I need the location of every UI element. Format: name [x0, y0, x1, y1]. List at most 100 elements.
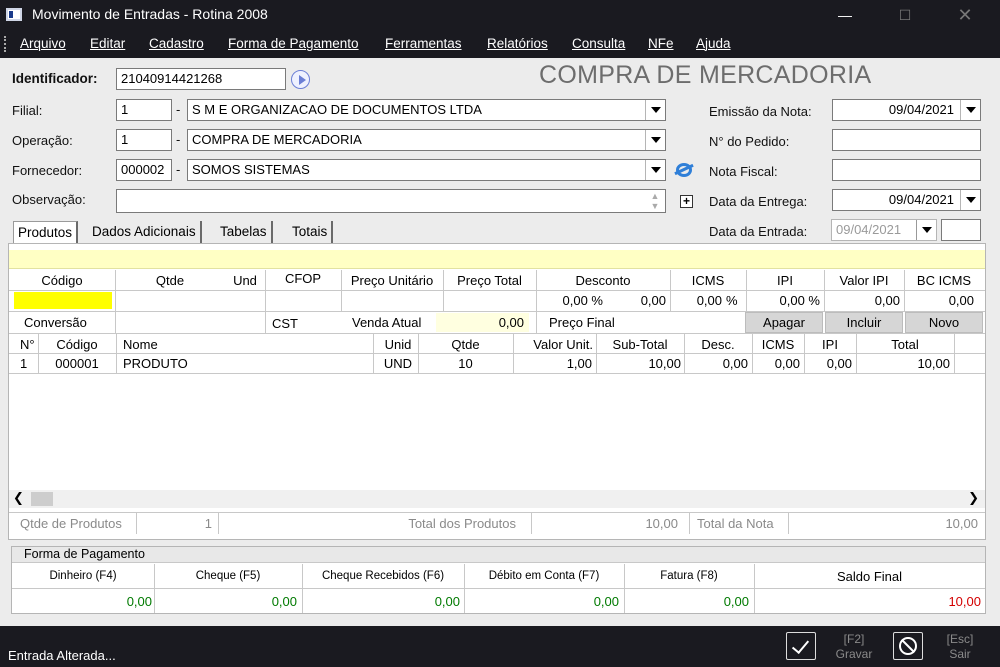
total-produtos-label: Total dos Produtos: [408, 516, 516, 531]
calendar-dropdown-icon: [916, 220, 936, 240]
cheque-recebidos-value[interactable]: 0,00: [302, 594, 460, 609]
total-produtos-value: 10,00: [645, 516, 678, 531]
menu-cadastro[interactable]: Cadastro: [149, 36, 204, 51]
entrada-date-value: 09/04/2021: [836, 222, 902, 237]
dinheiro-value[interactable]: 0,00: [12, 594, 152, 609]
chevron-down-icon[interactable]: [645, 100, 665, 120]
calendar-dropdown-icon[interactable]: [960, 100, 980, 120]
filial-code-field[interactable]: 1: [116, 99, 172, 121]
cheque-value[interactable]: 0,00: [154, 594, 297, 609]
preco-final-label: Preço Final: [549, 315, 615, 330]
codigo-input[interactable]: [14, 292, 112, 309]
icms-pct[interactable]: 0,00: [670, 293, 722, 308]
menu-ferramentas[interactable]: Ferramentas: [385, 36, 462, 51]
internet-explorer-icon[interactable]: [674, 160, 694, 180]
table-cell: 1: [20, 356, 28, 371]
maximize-button[interactable]: ☐: [882, 0, 928, 30]
fornecedor-sep: -: [176, 162, 181, 177]
page-title: COMPRA DE MERCADORIA: [539, 61, 872, 89]
entry-header-codigo: Código: [41, 273, 83, 288]
nota-fiscal-field[interactable]: [832, 159, 981, 181]
operacao-select[interactable]: COMPRA DE MERCADORIA: [187, 129, 666, 151]
ipi-pct[interactable]: 0,00 %: [746, 293, 820, 308]
fornecedor-label: Fornecedor:: [12, 163, 83, 178]
entrega-label: Data da Entrega:: [709, 194, 808, 209]
cheque-label: Cheque (F5): [195, 570, 261, 582]
fornecedor-code-field[interactable]: 000002: [116, 159, 172, 181]
entry-header-preco-unitario: Preço Unitário: [350, 273, 434, 288]
items-header-ipi: IPI: [822, 337, 838, 352]
app-icon: [6, 8, 22, 21]
pedido-field[interactable]: [832, 129, 981, 151]
scroll-left-icon[interactable]: ❮: [13, 490, 24, 506]
menu-arquivo[interactable]: Arquivo: [20, 36, 66, 51]
venda-atual-label: Venda Atual: [352, 315, 422, 330]
identificador-field[interactable]: 21040914421268: [116, 68, 286, 90]
menu-forma-de-pagamento[interactable]: Forma de Pagamento: [228, 36, 359, 51]
table-cell: 10,00: [648, 356, 681, 371]
entrega-date-field[interactable]: 09/04/2021: [832, 189, 981, 211]
filial-select[interactable]: S M E ORGANIZACAO DE DOCUMENTOS LTDA: [187, 99, 666, 121]
expand-plus-icon[interactable]: +: [680, 195, 693, 208]
items-header-nome: Nome: [123, 337, 158, 352]
valor-ipi[interactable]: 0,00: [824, 293, 900, 308]
menu-editar[interactable]: Editar: [90, 36, 125, 51]
table-cell: 0,00: [774, 356, 800, 371]
entrada-extra-field[interactable]: [941, 219, 981, 241]
play-icon[interactable]: [291, 70, 310, 89]
items-header-codigo: Código: [56, 337, 98, 352]
calendar-dropdown-icon[interactable]: [960, 190, 980, 210]
fornecedor-select-value: SOMOS SISTEMAS: [192, 162, 310, 177]
items-header-unid: Unid: [384, 337, 412, 352]
desconto-pct[interactable]: 0,00 %: [536, 293, 603, 308]
entrega-date-value: 09/04/2021: [888, 192, 954, 207]
debito-conta-value[interactable]: 0,00: [464, 594, 619, 609]
sair-button[interactable]: [893, 632, 923, 660]
nota-fiscal-label: Nota Fiscal:: [709, 164, 778, 179]
items-header-qtde: Qtde: [451, 337, 480, 352]
observacao-field[interactable]: [116, 189, 666, 213]
fornecedor-select[interactable]: SOMOS SISTEMAS: [187, 159, 666, 181]
apagar-button[interactable]: Apagar: [745, 312, 823, 333]
menu-consulta[interactable]: Consulta: [572, 36, 625, 51]
table-cell: 0,00: [722, 356, 748, 371]
desconto-valor[interactable]: 0,00: [603, 293, 666, 308]
tab-tabelas[interactable]: Tabelas: [216, 221, 273, 243]
gravar-label: Gravar: [835, 647, 873, 661]
chevron-down-icon[interactable]: [645, 130, 665, 150]
table-cell: 0,00: [826, 356, 852, 371]
tab-dados-adicionais[interactable]: Dados Adicionais: [88, 221, 202, 243]
items-header-n: N°: [20, 337, 35, 352]
window-title: Movimento de Entradas - Rotina 2008: [32, 6, 268, 22]
table-cell: 10: [458, 356, 473, 371]
status-text: Entrada Alterada...: [8, 648, 116, 663]
menu-ajuda[interactable]: Ajuda: [696, 36, 731, 51]
minimize-button[interactable]: —: [822, 0, 868, 30]
bc-icms[interactable]: 0,00: [904, 293, 974, 308]
operacao-code-field[interactable]: 1: [116, 129, 172, 151]
menu-relatorios[interactable]: Relatórios: [487, 36, 548, 51]
debito-conta-label: Débito em Conta (F7): [488, 570, 600, 582]
entry-header-qtde: Qtde: [155, 273, 185, 288]
tab-produtos[interactable]: Produtos: [13, 221, 79, 243]
menu-nfe[interactable]: NFe: [648, 36, 674, 51]
pedido-label: N° do Pedido:: [709, 134, 790, 149]
scroll-right-icon[interactable]: ❯: [968, 490, 979, 506]
scroll-updown-icon[interactable]: ▲ ▼: [648, 191, 662, 211]
horizontal-scrollbar[interactable]: ❮ ❯: [9, 490, 985, 508]
saldo-final-value: 10,00: [948, 594, 981, 609]
venda-atual-value: 0,00: [498, 315, 524, 330]
chevron-down-icon[interactable]: [645, 160, 665, 180]
close-button[interactable]: ✕: [942, 0, 988, 30]
fatura-value[interactable]: 0,00: [624, 594, 749, 609]
novo-button[interactable]: Novo: [905, 312, 983, 333]
cancel-icon: [899, 637, 917, 655]
table-cell: PRODUTO: [123, 356, 188, 371]
sair-label: Sair: [949, 647, 971, 661]
emissao-date-field[interactable]: 09/04/2021: [832, 99, 981, 121]
scroll-thumb[interactable]: [31, 492, 53, 506]
gravar-button[interactable]: [786, 632, 816, 660]
title-bar: Movimento de Entradas - Rotina 2008 — ☐ …: [0, 0, 1000, 30]
incluir-button[interactable]: Incluir: [825, 312, 903, 333]
tab-totais[interactable]: Totais: [288, 221, 334, 243]
